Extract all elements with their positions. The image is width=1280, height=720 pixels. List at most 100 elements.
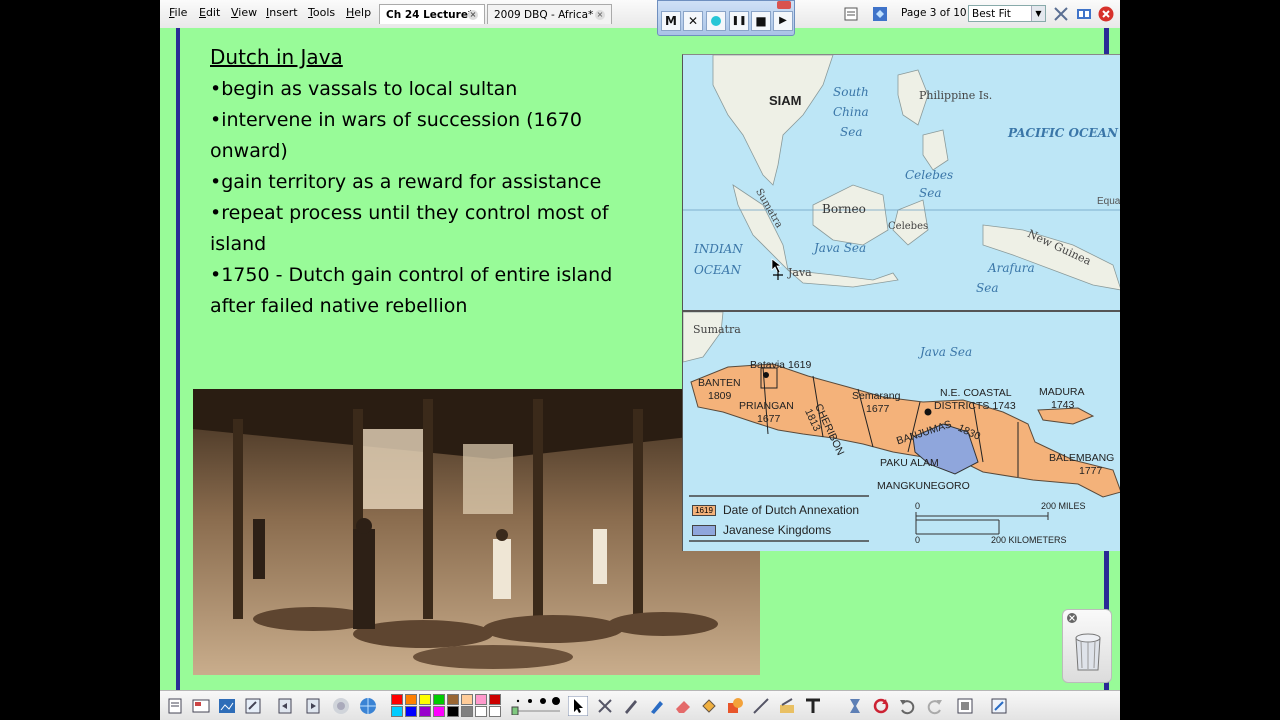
color-swatch[interactable] (405, 694, 417, 705)
undo-icon[interactable] (898, 697, 916, 715)
southeast-asia-map[interactable]: SIAM South China Sea Philippine Is. PACI… (682, 54, 1120, 310)
tab-ch24-lecture[interactable]: Ch 24 Lecture* × (379, 4, 485, 24)
attachments-icon[interactable] (244, 697, 262, 715)
gallery-icon[interactable] (218, 697, 236, 715)
color-swatch[interactable] (447, 706, 459, 717)
globe-icon[interactable] (359, 697, 377, 715)
bullet-item: 1750 - Dutch gain control of entire isla… (210, 260, 630, 322)
map-label-china: China (833, 105, 869, 119)
scale-km-label: 200 KILOMETERS (991, 535, 1067, 545)
eraser-icon[interactable] (674, 697, 692, 715)
map-label-indian: INDIAN (694, 242, 743, 256)
prev-page-icon[interactable] (276, 697, 294, 715)
bullet-item: gain territory as a reward for assistanc… (210, 167, 630, 198)
text-icon[interactable] (804, 697, 822, 715)
color-swatch[interactable] (461, 706, 473, 717)
record-icon[interactable] (332, 697, 350, 715)
tools-icon[interactable] (596, 697, 614, 715)
map-label-mangkunegoro: MANGKUNEGORO (877, 480, 970, 492)
color-swatch[interactable] (433, 706, 445, 717)
bullet-item: repeat process until they control most o… (210, 198, 630, 260)
scale-zero-miles: 0 (915, 501, 921, 511)
page-sorter-icon[interactable] (843, 6, 859, 22)
toolbar-toggle-icon[interactable] (990, 697, 1008, 715)
color-swatch[interactable] (419, 694, 431, 705)
properties-icon[interactable] (192, 697, 210, 715)
highlighter-icon[interactable] (648, 697, 666, 715)
slide-title[interactable]: Dutch in Java (210, 45, 343, 69)
map-label-banten: BANTEN (698, 377, 741, 389)
menu-edit[interactable]: Edit (199, 6, 220, 19)
tab-label: Ch 24 Lecture* (386, 9, 474, 21)
line-tool-icon[interactable] (752, 697, 770, 715)
slide-bullet-list[interactable]: begin as vassals to local sultan interve… (210, 74, 630, 322)
bullet-item: begin as vassals to local sultan (210, 74, 630, 105)
close-tab-icon[interactable]: × (595, 10, 605, 20)
color-swatch[interactable] (489, 694, 501, 705)
zoom-select-value: Best Fit (972, 8, 1011, 20)
fill-icon[interactable] (700, 697, 718, 715)
legend-annexation-swatch: 1619 (692, 505, 716, 516)
menu-help[interactable]: Help (346, 6, 371, 19)
trash-bin[interactable] (1062, 609, 1112, 683)
map-label-celebes-sea: Sea (919, 186, 942, 200)
dual-page-icon[interactable] (1076, 6, 1092, 22)
screen-shade-icon[interactable] (846, 697, 864, 715)
map-label-java: Java (788, 266, 812, 279)
recorder-close-button[interactable]: ✕ (683, 11, 703, 31)
select-icon[interactable] (568, 696, 588, 716)
tab-2009-dbq-africa[interactable]: 2009 DBQ - Africa* × (487, 4, 612, 24)
close-app-icon[interactable] (1098, 6, 1114, 22)
recorder-close-icon[interactable] (777, 1, 791, 9)
color-swatch[interactable] (391, 694, 403, 705)
map-label-arafura-sea: Sea (976, 281, 999, 295)
legend-kingdoms-swatch (692, 525, 716, 536)
color-swatch[interactable] (419, 706, 431, 717)
color-swatch[interactable] (489, 706, 501, 717)
pen-icon[interactable] (622, 697, 640, 715)
warehouse-workers-photo[interactable] (193, 389, 760, 675)
shapes-icon[interactable] (726, 697, 744, 715)
recorder-toolbar: M ✕ ❚❚ ■ ▶ (657, 0, 795, 36)
creative-pen-icon[interactable] (778, 697, 796, 715)
record-button[interactable] (706, 11, 726, 31)
line-width-slider[interactable] (510, 697, 562, 715)
color-swatch[interactable] (447, 694, 459, 705)
map-label-districts: DISTRICTS 1743 (934, 400, 1016, 412)
capture-icon[interactable] (956, 697, 974, 715)
fullscreen-icon[interactable] (1053, 6, 1069, 22)
menu-view[interactable]: View (231, 6, 257, 19)
menu-insert[interactable]: Insert (266, 6, 298, 19)
menu-bar: File Edit View Insert Tools Help Ch 24 L… (160, 0, 1120, 29)
map-label-java-sea: Java Sea (920, 345, 973, 359)
map-label-semarang: Semarang (852, 390, 901, 402)
pause-button[interactable]: ❚❚ (729, 11, 749, 31)
screen-capture-icon[interactable] (872, 6, 888, 22)
map-label-south: South (833, 85, 869, 99)
recorder-menu-button[interactable]: M (661, 11, 681, 31)
close-tab-icon[interactable]: × (468, 10, 478, 20)
map-label-balembang: BALEMBANG (1049, 452, 1115, 464)
menu-file[interactable]: File (169, 6, 187, 19)
next-page-icon[interactable] (304, 697, 322, 715)
map-label-ocean: OCEAN (694, 263, 741, 277)
zoom-select[interactable]: Best Fit ▼ (968, 5, 1046, 22)
color-swatch[interactable] (475, 706, 487, 717)
color-swatch[interactable] (391, 706, 403, 717)
map-label-sea: Sea (840, 125, 863, 139)
color-swatch[interactable] (405, 706, 417, 717)
java-annexation-map[interactable]: Sumatra Java Sea Batavia 1619 BANTEN 180… (682, 310, 1120, 551)
tab-label: 2009 DBQ - Africa* (494, 9, 594, 21)
pages-icon[interactable] (166, 697, 184, 715)
map-label-balembang-year: 1777 (1079, 465, 1103, 477)
color-swatch[interactable] (433, 694, 445, 705)
notebook-app-window: File Edit View Insert Tools Help Ch 24 L… (160, 0, 1120, 720)
refresh-icon[interactable] (872, 697, 890, 715)
play-button[interactable]: ▶ (773, 11, 793, 31)
redo-icon[interactable] (926, 697, 944, 715)
color-swatch[interactable] (461, 694, 473, 705)
menu-tools[interactable]: Tools (308, 6, 335, 19)
stop-button[interactable]: ■ (751, 11, 771, 31)
color-swatch[interactable] (475, 694, 487, 705)
scale-miles-label: 200 MILES (1041, 501, 1086, 511)
